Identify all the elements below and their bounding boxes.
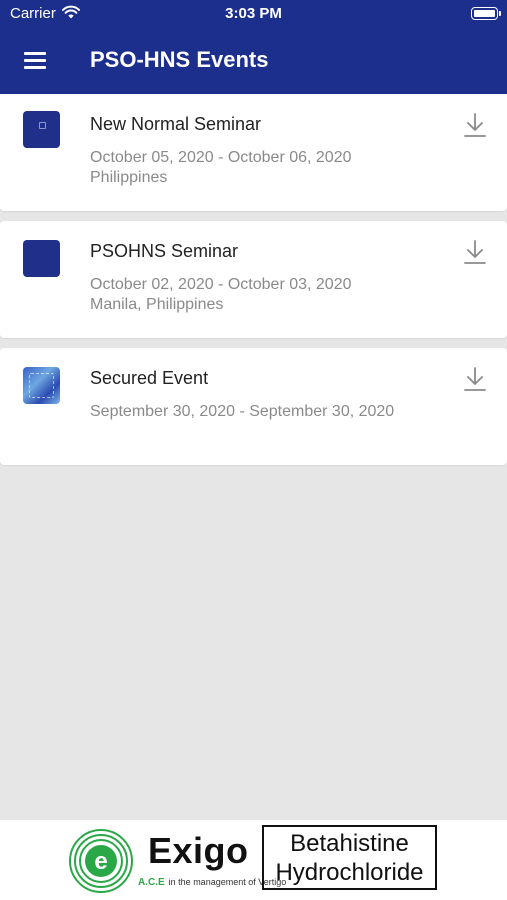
download-icon[interactable] bbox=[463, 239, 487, 265]
event-thumbnail bbox=[23, 111, 60, 148]
drug-name-box: Betahistine Hydrochloride bbox=[262, 825, 437, 890]
status-bar: Carrier 3:03 PM bbox=[0, 0, 507, 28]
drug-line-2: Hydrochloride bbox=[275, 859, 424, 886]
battery-icon bbox=[471, 7, 501, 20]
event-dates: October 05, 2020 - October 06, 2020 bbox=[90, 149, 352, 166]
event-dates: October 02, 2020 - October 03, 2020 bbox=[90, 276, 352, 293]
event-list: New Normal Seminar October 05, 2020 - Oc… bbox=[0, 94, 507, 475]
event-location: Philippines bbox=[90, 169, 168, 186]
brand-name: Exigo bbox=[148, 830, 249, 871]
exigo-logo-icon: e bbox=[68, 828, 134, 894]
event-location: Manila, Philippines bbox=[90, 296, 224, 313]
event-card[interactable]: Secured Event September 30, 2020 - Septe… bbox=[0, 348, 507, 465]
download-icon[interactable] bbox=[463, 112, 487, 138]
event-thumbnail bbox=[23, 367, 60, 404]
event-name: PSOHNS Seminar bbox=[90, 241, 239, 261]
clock: 3:03 PM bbox=[225, 5, 282, 22]
event-card[interactable]: New Normal Seminar October 05, 2020 - Oc… bbox=[0, 94, 507, 211]
event-dates: September 30, 2020 - September 30, 2020 bbox=[90, 403, 395, 420]
tagline-ace: A.C.E bbox=[138, 877, 165, 888]
hamburger-menu-icon[interactable] bbox=[24, 52, 46, 69]
download-icon[interactable] bbox=[463, 366, 487, 392]
drug-line-1: Betahistine bbox=[290, 830, 409, 857]
event-thumbnail bbox=[23, 240, 60, 277]
event-name: New Normal Seminar bbox=[90, 114, 262, 134]
sponsor-banner[interactable]: e Exigo A.C.E in the management of Vertig… bbox=[0, 820, 507, 900]
svg-text:e: e bbox=[94, 848, 107, 875]
nav-bar: PSO-HNS Events bbox=[0, 28, 507, 94]
event-card[interactable]: PSOHNS Seminar October 02, 2020 - Octobe… bbox=[0, 221, 507, 338]
page-title: PSO-HNS Events bbox=[90, 47, 269, 72]
event-name: Secured Event bbox=[90, 368, 209, 388]
